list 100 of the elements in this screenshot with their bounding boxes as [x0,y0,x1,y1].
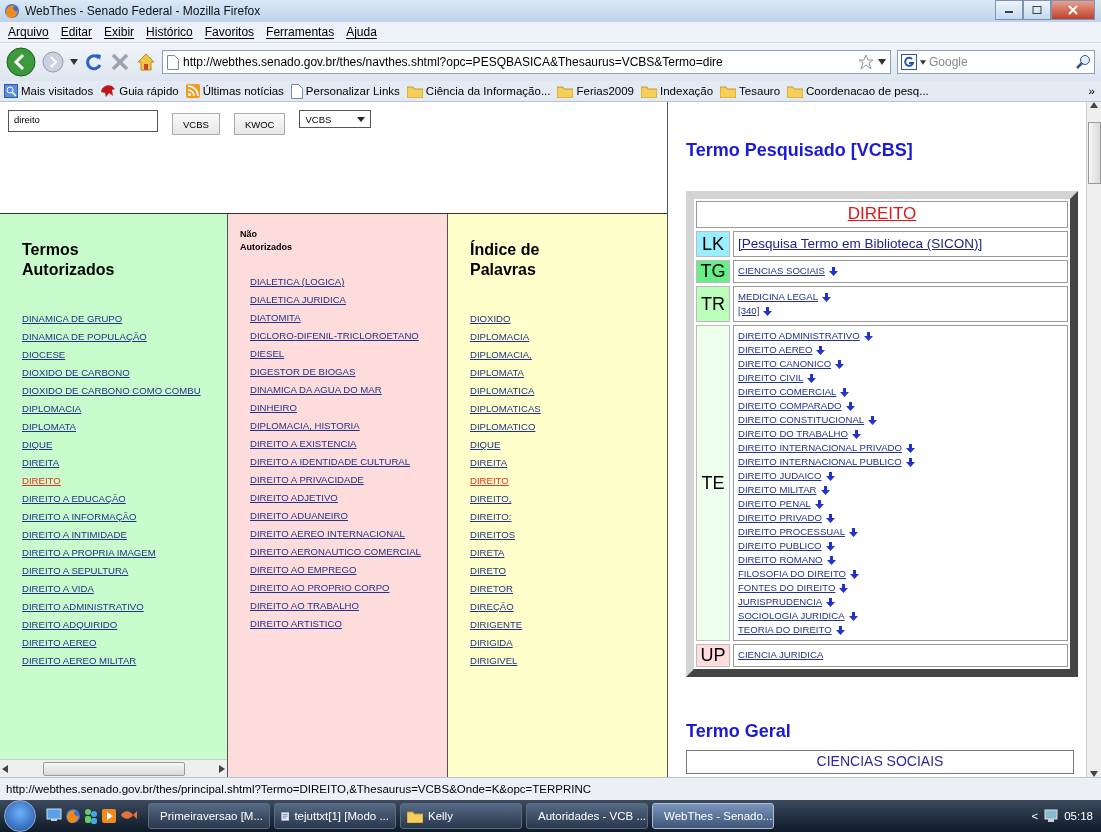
people-icon[interactable] [84,808,98,824]
term-link[interactable]: CIENCIA JURIDICA [738,648,824,662]
term-link[interactable]: DIREITO MILITAR [738,483,817,497]
term-link[interactable]: [340] [738,304,760,318]
term-link[interactable]: DIREÇÃO [470,601,514,612]
menu-item[interactable]: Ajuda [346,25,377,39]
forward-button[interactable] [42,51,64,73]
term-link[interactable]: DIREITO PRIVADO [738,511,822,525]
down-arrow-icon[interactable] [849,527,858,537]
term-link[interactable]: DIREITO COMPARADO [738,399,842,413]
term-link[interactable]: DIREITO AEREO [22,637,97,648]
down-arrow-icon[interactable] [822,292,831,302]
down-arrow-icon[interactable] [1090,771,1098,777]
term-link[interactable]: DIREITO INTERNACIONAL PRIVADO [738,441,902,455]
term-link[interactable]: DIREITO JUDAICO [738,469,822,483]
term-link[interactable]: DIREITO A INFORMAÇÃO [22,511,137,522]
up-arrow-icon[interactable] [1090,102,1098,108]
term-link[interactable]: DIREITO PENAL [738,497,811,511]
term-link[interactable]: DIREITO A SEPULTURA [22,565,129,576]
bookmark-link[interactable]: Ciência da Informação... [425,85,551,97]
term-link[interactable]: DIRETA [470,547,505,558]
term-link[interactable]: DINAMICA DA AGUA DO MAR [250,384,382,395]
term-title[interactable]: DIREITO [847,204,917,223]
term-link[interactable]: DIQUE [470,439,501,450]
maximize-button[interactable] [1023,0,1051,20]
term-link[interactable]: DIREITO INTERNACIONAL PUBLICO [738,455,902,469]
bookmark-link[interactable]: Tesauro [739,85,781,97]
tray-expand-button[interactable]: < [1031,810,1039,822]
start-button[interactable] [4,800,36,832]
horizontal-scrollbar[interactable] [0,759,227,777]
term-link[interactable]: DIREITO AERONAUTICO COMERCIAL [250,546,421,557]
taskbar-button[interactable]: Autoridades - VCB ... [526,803,648,829]
dropdown-arrow-icon[interactable] [70,59,78,65]
menu-item[interactable]: Editar [60,25,93,39]
term-link[interactable]: DIRIGENTE [470,619,523,630]
term-link[interactable]: DIREITO ADMINISTRATIVO [22,601,144,612]
term-link[interactable]: DINAMICA DE GRUPO [22,313,123,324]
term-link[interactable]: DIATOMITA [250,312,301,323]
bookmark-link[interactable]: Indexação [660,85,714,97]
thesaurus-dropdown[interactable]: VCBS [299,110,372,128]
term-link[interactable]: DIREITO AO PROPRIO CORPO [250,582,390,593]
term-link[interactable]: DIGESTOR DE BIOGAS [250,366,356,377]
bookmarks-overflow-button[interactable]: » [1088,85,1101,97]
media-player-icon[interactable] [101,808,117,824]
term-link[interactable]: DIREITO AEREO MILITAR [22,655,137,666]
menu-item[interactable]: Arquivo [8,25,49,39]
term-link[interactable]: DIREITO PUBLICO [738,539,822,553]
term-link[interactable]: DIREITO ADUANEIRO [250,510,348,521]
term-link[interactable]: DIREITO A INTIMIDADE [22,529,127,540]
home-button[interactable] [136,52,156,72]
term-link[interactable]: DIREITO A EDUCAÇÃO [22,493,126,504]
term-link[interactable]: DIREITO ADJETIVO [250,492,338,503]
term-link[interactable]: DIREITO A EXISTENCIA [250,438,357,449]
down-arrow-icon[interactable] [828,266,838,276]
term-link[interactable]: DIREITO AO TRABALHO [250,600,359,611]
menu-item[interactable]: Histórico [146,25,193,39]
term-link[interactable]: DIPLOMACIA, [470,349,532,360]
term-link[interactable]: DIOXIDO DE CARBONO [22,367,130,378]
term-link[interactable]: DIPLOMACIA [22,403,82,414]
term-link[interactable]: DIREITO AEREO [738,343,813,357]
menu-item[interactable]: Favoritos [204,25,255,39]
term-link[interactable]: DIREITO CIVIL [738,371,804,385]
bookmark-link[interactable]: Personalizar Links [305,85,400,97]
term-link[interactable]: CIENCIAS SOCIAIS [738,264,825,278]
taskbar-button[interactable]: Primeiraversao [M... [148,803,270,829]
term-link[interactable]: DIPLOMACIA, HISTORIA [250,420,360,431]
term-link[interactable]: DIREITO [22,475,61,486]
term-link[interactable]: DIREITO AEREO INTERNACIONAL [250,528,405,539]
term-link[interactable]: DIREITO A VIDA [22,583,94,594]
search-button[interactable]: VCBS [172,113,220,135]
term-link[interactable]: DIREITO PROCESSUAL [738,525,845,539]
search-button[interactable]: KWOC [233,113,286,135]
term-link[interactable]: DIREITO: [470,511,512,522]
term-link[interactable]: DIOXIDO [470,313,511,324]
dropdown-arrow-icon[interactable] [878,59,886,65]
term-link[interactable]: DIREITO A PROPRIA IMAGEM [22,547,156,558]
search-input[interactable]: direito [8,110,158,132]
term-link[interactable]: DIREITO [470,475,509,486]
bookmark-link[interactable]: Guia rápido [119,85,179,97]
term-link[interactable]: DIREITA [470,457,508,468]
term-link[interactable]: DIOCESE [22,349,66,360]
bookmark-link[interactable]: Últimas notícias [202,85,284,97]
search-icon[interactable] [1075,54,1091,70]
taskbar-button[interactable]: Kelly [400,803,522,829]
term-link[interactable]: DIRIGIVEL [470,655,518,666]
right-arrow-icon[interactable] [219,764,225,773]
scroll-thumb[interactable] [42,761,185,776]
term-link[interactable]: MEDICINA LEGAL [738,290,818,304]
term-link[interactable]: DIPLOMATA [22,421,76,432]
term-link[interactable]: DIREITA [22,457,60,468]
bookmark-link[interactable]: Mais visitados [21,85,94,97]
term-link[interactable]: DIREITO DO TRABALHO [738,427,848,441]
minimize-button[interactable] [995,0,1023,20]
term-link[interactable]: DIREITO A PRIVACIDADE [250,474,364,485]
down-arrow-icon[interactable] [763,306,773,316]
left-arrow-icon[interactable] [2,764,8,773]
term-link[interactable]: DICLORO-DIFENIL-TRICLOROETANO [250,330,419,341]
term-link[interactable]: DIPLOMATA [470,367,524,378]
term-link[interactable]: DIPLOMACIA [470,331,530,342]
term-link[interactable]: DIREITO AO EMPREGO [250,564,357,575]
